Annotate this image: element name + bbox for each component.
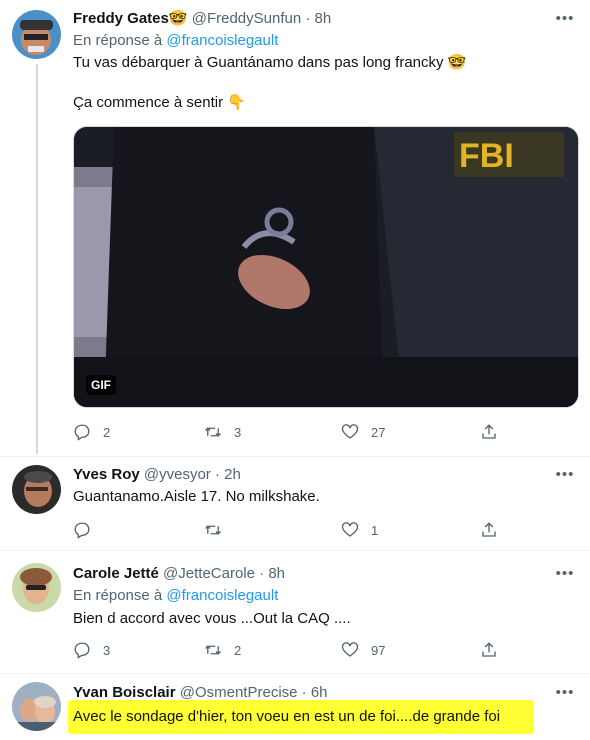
reply-prefix: En réponse à: [73, 32, 163, 49]
retweet-button[interactable]: [204, 520, 222, 540]
gif-badge: GIF: [86, 375, 116, 395]
gif-media[interactable]: FBI GIF: [73, 126, 579, 408]
retweet-icon: [205, 525, 221, 535]
reply-prefix: En réponse à: [73, 587, 163, 604]
tweet-text-line-1: Bien d accord avec vous ...Out la CAQ ..…: [73, 610, 351, 627]
like-button[interactable]: 97: [341, 640, 385, 660]
tweet-header: Yvan Boisclair @OsmentPrecise · 6h: [73, 683, 328, 703]
tweet-text-line-2: Ça commence à sentir 👇: [73, 94, 246, 111]
tweet-actions: 2 3 27: [73, 422, 513, 442]
more-icon[interactable]: •••: [554, 11, 576, 33]
retweet-button[interactable]: 3: [204, 422, 241, 442]
share-icon: [482, 522, 496, 537]
thread-line: [36, 64, 38, 454]
display-name[interactable]: Freddy Gates: [73, 10, 169, 27]
avatar-carole-jette[interactable]: [12, 563, 61, 612]
tweet-actions: 1: [73, 520, 513, 540]
share-button[interactable]: [480, 422, 498, 442]
retweet-icon: [205, 645, 221, 655]
svg-text:FBI: FBI: [459, 137, 514, 175]
share-button[interactable]: [480, 520, 498, 540]
reply-button[interactable]: 2: [73, 422, 110, 442]
display-name[interactable]: Yves Roy: [73, 466, 140, 483]
timestamp[interactable]: 6h: [311, 684, 328, 701]
like-icon: [341, 522, 359, 537]
reply-button[interactable]: 3: [73, 640, 110, 660]
share-icon: [482, 642, 496, 657]
tweet-yves-roy[interactable]: Yves Roy @yvesyor · 2h ••• Guantanamo.Ai…: [0, 457, 590, 550]
share-button[interactable]: [480, 640, 498, 660]
tweet-header: Yves Roy @yvesyor · 2h: [73, 465, 241, 485]
share-icon: [482, 424, 496, 439]
avatar-yves-roy[interactable]: [12, 465, 61, 514]
retweet-count: 2: [234, 642, 242, 658]
tweet-yvan-boisclair[interactable]: Yvan Boisclair @OsmentPrecise · 6h ••• A…: [0, 674, 590, 740]
avatar-yvan-boisclair[interactable]: [12, 682, 61, 731]
reply-button[interactable]: [73, 520, 91, 540]
reply-count: 2: [103, 424, 111, 440]
user-handle[interactable]: @JetteCarole: [163, 565, 255, 582]
separator-dot: ·: [305, 10, 311, 27]
nerd-face-emoji: 🤓: [168, 10, 188, 27]
like-count: 97: [371, 642, 386, 658]
reply-mention-link[interactable]: @francoislegault: [166, 32, 278, 49]
like-icon: [341, 424, 359, 439]
reply-count: 3: [103, 642, 111, 658]
like-icon: [341, 642, 359, 657]
more-icon[interactable]: •••: [554, 566, 576, 588]
retweet-count: 3: [234, 424, 242, 440]
retweet-button[interactable]: 2: [204, 640, 241, 660]
user-handle[interactable]: @FreddySunfun: [192, 10, 301, 27]
more-icon[interactable]: •••: [554, 467, 576, 489]
reply-mention-link[interactable]: @francoislegault: [166, 587, 278, 604]
display-name[interactable]: Yvan Boisclair: [73, 684, 176, 701]
tweet-freddy-gates[interactable]: Freddy Gates🤓 @FreddySunfun · 8h ••• En …: [0, 0, 590, 456]
timestamp[interactable]: 8h: [268, 565, 285, 582]
tweet-carole-jette[interactable]: Carole Jetté @JetteCarole · 8h ••• En ré…: [0, 551, 590, 673]
tweet-text-line-1: Tu vas débarquer à Guantánamo dans pas l…: [73, 54, 467, 71]
user-handle[interactable]: @yvesyor: [144, 466, 211, 483]
tweet-text-line-1: Guantanamo.Aisle 17. No milkshake.: [73, 488, 320, 505]
like-button[interactable]: 1: [341, 520, 378, 540]
tweet-text-line-1: Avec le sondage d'hier, ton voeu en est …: [73, 708, 501, 725]
display-name[interactable]: Carole Jetté: [73, 565, 159, 582]
more-icon[interactable]: •••: [554, 685, 576, 707]
separator-dot: ·: [301, 684, 307, 701]
timestamp[interactable]: 2h: [224, 466, 241, 483]
tweet-actions: 3 2 97: [73, 640, 513, 660]
user-handle[interactable]: @OsmentPrecise: [180, 684, 298, 701]
gif-frame-image: FBI: [74, 127, 578, 407]
reply-context: En réponse à @francoislegault: [73, 31, 278, 51]
separator-dot: ·: [259, 565, 265, 582]
reply-icon: [74, 642, 90, 659]
like-count: 1: [371, 522, 379, 538]
tweet-header: Carole Jetté @JetteCarole · 8h: [73, 564, 285, 584]
reply-context: En réponse à @francoislegault: [73, 586, 278, 606]
separator-dot: ·: [214, 466, 220, 483]
reply-icon: [74, 424, 90, 441]
avatar-freddy-gates[interactable]: [12, 10, 61, 59]
like-button[interactable]: 27: [341, 422, 385, 442]
reply-icon: [74, 522, 90, 539]
like-count: 27: [371, 424, 386, 440]
retweet-icon: [205, 427, 221, 437]
tweet-header: Freddy Gates🤓 @FreddySunfun · 8h: [73, 9, 331, 29]
timestamp[interactable]: 8h: [315, 10, 332, 27]
